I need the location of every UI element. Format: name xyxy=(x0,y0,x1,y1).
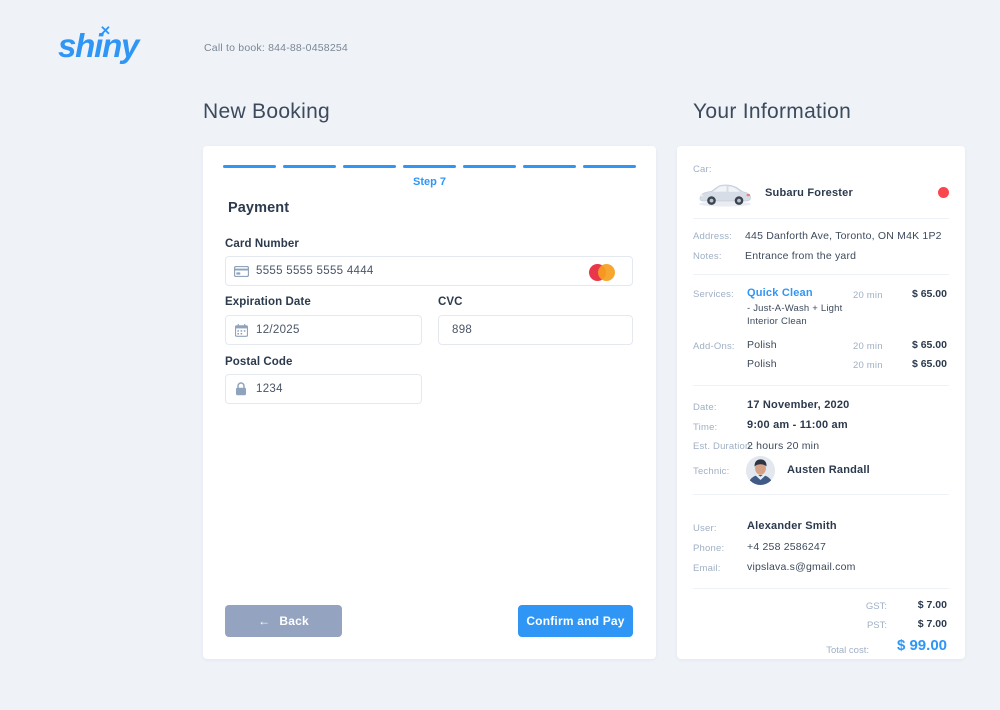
postal-code-value: 1234 xyxy=(256,383,283,395)
cvc-value: 898 xyxy=(452,324,473,336)
service-desc-line2: Interior Clean xyxy=(747,316,807,327)
phone-value: +4 258 2586247 xyxy=(747,541,827,553)
page-title-your-information: Your Information xyxy=(693,100,852,123)
form-heading-payment: Payment xyxy=(228,200,290,216)
expiration-date-value: 12/2025 xyxy=(256,324,300,336)
back-button[interactable]: ← Back xyxy=(225,605,342,637)
service-duration: 20 min xyxy=(853,290,883,301)
page-title-new-booking: New Booking xyxy=(203,100,331,123)
app-root: ✕ shiny Call to book: 844-88-0458254 New… xyxy=(0,0,1000,710)
divider-4 xyxy=(693,494,949,495)
step-label: Step 7 xyxy=(412,176,446,188)
date-key: Date: xyxy=(693,402,717,413)
sparkle-icon: ✕ xyxy=(100,23,111,38)
call-to-book-text: Call to book: 844-88-0458254 xyxy=(204,42,348,54)
step-bar-6[interactable] xyxy=(523,165,576,168)
divider-2 xyxy=(693,274,949,275)
divider-1 xyxy=(693,218,949,219)
step-bar-2[interactable] xyxy=(283,165,336,168)
step-progress-indicator xyxy=(223,165,636,168)
phone-key: Phone: xyxy=(693,543,725,554)
car-color-swatch[interactable] xyxy=(938,187,949,198)
car-image xyxy=(699,184,751,207)
addons-key: Add-Ons: xyxy=(693,341,735,352)
notes-key: Notes: xyxy=(693,251,722,262)
technician-name: Austen Randall xyxy=(787,464,870,476)
pst-value: $ 7.00 xyxy=(917,618,947,630)
address-value: 445 Danforth Ave, Toronto, ON M4K 1P2 xyxy=(745,230,942,242)
step-bar-4[interactable] xyxy=(403,165,456,168)
service-price: $ 65.00 xyxy=(911,288,947,300)
expiration-date-label: Expiration Date xyxy=(225,296,311,308)
card-number-value: 5555 5555 5555 4444 xyxy=(256,265,374,277)
brand-logo-text: shiny xyxy=(58,27,139,64)
gst-key: GST: xyxy=(865,601,887,612)
addon-duration-1: 20 min xyxy=(853,360,883,371)
divider-3 xyxy=(693,385,949,386)
expiration-date-input[interactable]: 12/2025 xyxy=(225,315,422,345)
confirm-and-pay-button[interactable]: Confirm and Pay xyxy=(518,605,633,637)
addon-price-0: $ 65.00 xyxy=(911,339,947,351)
gst-value: $ 7.00 xyxy=(917,599,947,611)
summary-panel: Car: Subaru Forester Address: 445 Danfor… xyxy=(677,146,965,659)
arrow-left-icon: ← xyxy=(258,614,271,628)
lock-icon xyxy=(226,382,256,396)
duration-value: 2 hours 20 min xyxy=(747,440,820,452)
notes-value: Entrance from the yard xyxy=(745,250,857,262)
address-key: Address: xyxy=(693,231,733,242)
step-bar-3[interactable] xyxy=(343,165,396,168)
postal-code-label: Postal Code xyxy=(225,356,293,368)
addon-duration-0: 20 min xyxy=(853,341,883,352)
brand-logo[interactable]: ✕ shiny xyxy=(58,23,148,70)
technician-key: Technic: xyxy=(693,466,730,477)
time-key: Time: xyxy=(693,422,718,433)
calendar-icon xyxy=(226,323,256,337)
car-key: Car: xyxy=(693,164,712,175)
email-key: Email: xyxy=(693,563,721,574)
services-key: Services: xyxy=(693,289,734,300)
total-cost-value: $ 99.00 xyxy=(896,637,947,654)
addon-name-1: Polish xyxy=(747,358,777,370)
mastercard-icon xyxy=(589,264,621,281)
email-value: vipslava.s@gmail.com xyxy=(747,561,856,573)
step-bar-1[interactable] xyxy=(223,165,276,168)
addon-price-1: $ 65.00 xyxy=(911,358,947,370)
postal-code-input[interactable]: 1234 xyxy=(225,374,422,404)
service-desc-line1: - Just-A-Wash + Light xyxy=(747,303,843,314)
service-name[interactable]: Quick Clean xyxy=(747,287,813,299)
credit-card-icon xyxy=(226,265,256,277)
page-header: ✕ shiny Call to book: 844-88-0458254 xyxy=(0,0,1000,84)
addon-name-0: Polish xyxy=(747,339,777,351)
time-value: 9:00 am - 11:00 am xyxy=(747,419,848,431)
user-value: Alexander Smith xyxy=(747,520,837,532)
total-cost-key: Total cost: xyxy=(826,645,869,656)
divider-5 xyxy=(693,588,949,589)
date-value: 17 November, 2020 xyxy=(747,399,850,411)
car-name: Subaru Forester xyxy=(765,187,853,199)
cvc-label: CVC xyxy=(438,296,463,308)
step-bar-7[interactable] xyxy=(583,165,636,168)
card-number-input[interactable]: 5555 5555 5555 4444 xyxy=(225,256,633,286)
back-button-label: Back xyxy=(279,614,309,628)
user-key: User: xyxy=(693,523,717,534)
technician-avatar xyxy=(746,456,775,485)
card-number-label: Card Number xyxy=(225,238,299,250)
step-bar-5[interactable] xyxy=(463,165,516,168)
pst-key: PST: xyxy=(866,620,887,631)
cvc-input[interactable]: 898 xyxy=(438,315,633,345)
duration-key: Est. Duration: xyxy=(693,441,754,452)
